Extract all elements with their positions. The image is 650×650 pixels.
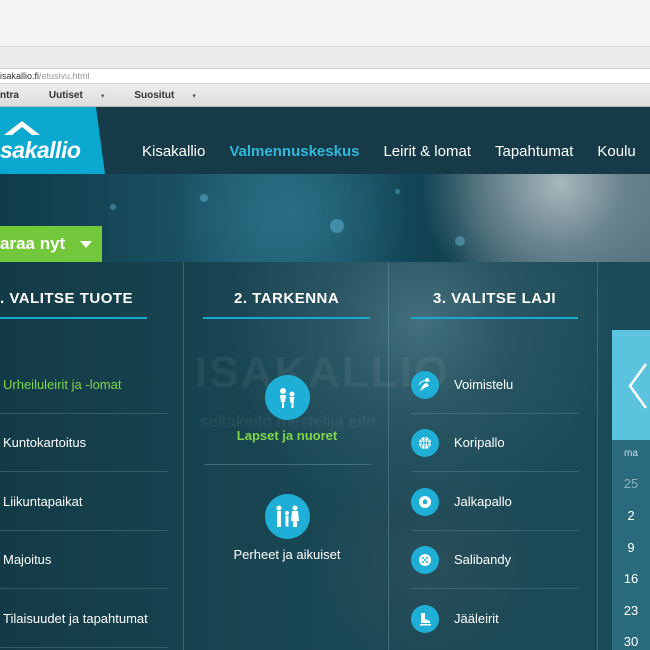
address-path: /etusivu.html — [39, 71, 90, 81]
chevron-down-icon — [80, 241, 92, 248]
refine-kids[interactable]: Lapset ja nuoret — [185, 375, 389, 443]
bookmark-label: Uutiset — [48, 90, 83, 101]
product-column: . VALITSE TUOTE Urheiluleirit ja -lomat … — [0, 262, 184, 650]
refine-family-label: Perheet ja aikuiset — [233, 547, 341, 562]
product-item-liikuntapaikat[interactable]: Liikuntapaikat — [0, 473, 168, 531]
calendar-days: ma 25 2 9 16 23 30 — [612, 440, 650, 650]
book-now-label: araa nyt — [0, 234, 66, 253]
product-column-title: . VALITSE TUOTE — [0, 290, 134, 307]
sport-item-label: Jalkapallo — [454, 494, 512, 509]
main-nav: Kisakallio Valmennuskeskus Leirit & loma… — [142, 143, 636, 160]
bookmark-uutiset[interactable]: Uutiset ▾ — [49, 90, 119, 101]
caret-down-icon: ▾ — [100, 93, 105, 100]
sport-item-label: Voimistelu — [454, 377, 514, 392]
caret-down-icon: ▾ — [192, 93, 196, 100]
nav-item-kisakallio[interactable]: Kisakallio — [142, 143, 205, 160]
bookmark-label: Suositut — [134, 90, 175, 101]
gymnastics-icon — [411, 371, 439, 399]
sport-item-label: Salibandy — [454, 552, 512, 567]
skate-icon — [411, 605, 439, 633]
refine-column: 2. TARKENNA Lapset ja nuoret Perheet ja … — [185, 262, 389, 650]
floorball-icon — [411, 546, 439, 574]
address-bar[interactable]: isakallio.fi/etusivu.html — [0, 68, 650, 84]
title-underline — [203, 317, 370, 319]
family-icon — [264, 494, 310, 539]
logo-mark-icon — [4, 121, 40, 135]
sport-item-jaaleirit[interactable]: Jääleirit — [411, 590, 579, 648]
site-header: sakallio Kisakallio Valmennuskeskus Leir… — [0, 107, 650, 174]
title-underline — [0, 317, 147, 319]
refine-kids-label: Lapset ja nuoret — [236, 428, 338, 443]
calendar-weekday: ma — [624, 448, 638, 459]
calendar-day[interactable]: 25 — [612, 476, 650, 491]
nav-item-valmennuskeskus[interactable]: Valmennuskeskus — [229, 143, 359, 160]
divider — [204, 464, 371, 465]
product-item-tilaisuudet[interactable]: Tilaisuudet ja tapahtumat — [0, 590, 168, 648]
desktop-background — [0, 0, 650, 46]
calendar-day[interactable]: 9 — [612, 540, 650, 555]
address-host: isakallio.fi — [0, 71, 40, 81]
title-underline — [411, 317, 578, 319]
book-now-button[interactable]: araa nyt — [0, 226, 102, 262]
chevron-left-icon[interactable] — [626, 362, 650, 410]
calendar-day[interactable]: 2 — [612, 508, 650, 523]
logo-text: sakallio — [0, 137, 81, 163]
sport-item-label: Jääleirit — [454, 611, 499, 626]
calendar-widget: ma 25 2 9 16 23 30 — [612, 330, 650, 650]
calendar-day[interactable]: 16 — [612, 571, 650, 586]
calendar-header — [612, 330, 650, 440]
logo[interactable]: sakallio — [0, 107, 105, 174]
bookmark-suositut[interactable]: Suositut ▾ — [134, 90, 211, 101]
refine-family[interactable]: Perheet ja aikuiset — [185, 494, 389, 562]
bookmark-0[interactable]: ntra — [0, 90, 34, 101]
sport-item-voimistelu[interactable]: Voimistelu — [411, 356, 579, 414]
nav-item-leirit-lomat[interactable]: Leirit & lomat — [383, 143, 471, 160]
bookmarks-bar: ntra Uutiset ▾ Suositut ▾ — [0, 85, 650, 107]
sport-item-jalkapallo[interactable]: Jalkapallo — [411, 473, 579, 531]
sport-column-title: 3. VALITSE LAJI — [433, 290, 557, 307]
sport-column: 3. VALITSE LAJI Voimistelu Koripallo Jal… — [390, 262, 598, 650]
product-item-urheiluleirit[interactable]: Urheiluleirit ja -lomat — [0, 356, 168, 414]
browser-toolbar — [0, 46, 650, 68]
product-item-majoitus[interactable]: Majoitus — [0, 531, 168, 589]
bookmark-label: ntra — [0, 90, 19, 101]
booking-panel: ISAKALLIO seitakeito mestelija eito . VA… — [0, 262, 650, 650]
soccer-icon — [411, 488, 439, 516]
product-item-kuntokartoitus[interactable]: Kuntokartoitus — [0, 414, 168, 472]
sport-item-label: Koripallo — [454, 435, 505, 450]
nav-item-tapahtumat[interactable]: Tapahtumat — [495, 143, 573, 160]
nav-item-koulu[interactable]: Koulu — [597, 143, 635, 160]
calendar-day[interactable]: 30 — [612, 634, 650, 649]
website: sakallio Kisakallio Valmennuskeskus Leir… — [0, 107, 650, 650]
refine-column-title: 2. TARKENNA — [234, 290, 340, 307]
sport-item-salibandy[interactable]: Salibandy — [411, 531, 579, 589]
calendar-day[interactable]: 23 — [612, 603, 650, 618]
kids-icon — [264, 375, 310, 420]
sport-item-koripallo[interactable]: Koripallo — [411, 414, 579, 472]
basketball-icon — [411, 429, 439, 457]
